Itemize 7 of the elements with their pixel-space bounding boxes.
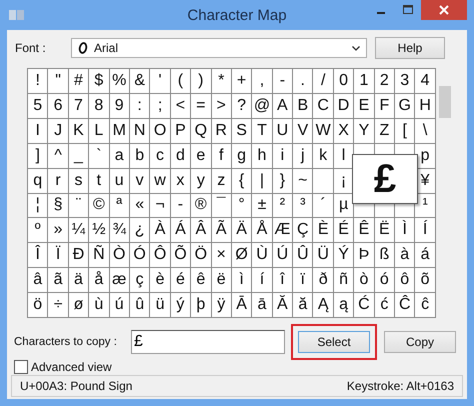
keystroke-text: Keystroke: Alt+0163 xyxy=(346,379,454,393)
characters-to-copy-label: Characters to copy : xyxy=(14,336,118,348)
character-name-text: U+00A3: Pound Sign xyxy=(20,379,132,393)
font-label: Font : xyxy=(15,41,47,56)
window-title: Character Map xyxy=(186,6,288,24)
advanced-view-label: Advanced view xyxy=(31,360,112,374)
character-tooltip: £ xyxy=(352,154,418,204)
